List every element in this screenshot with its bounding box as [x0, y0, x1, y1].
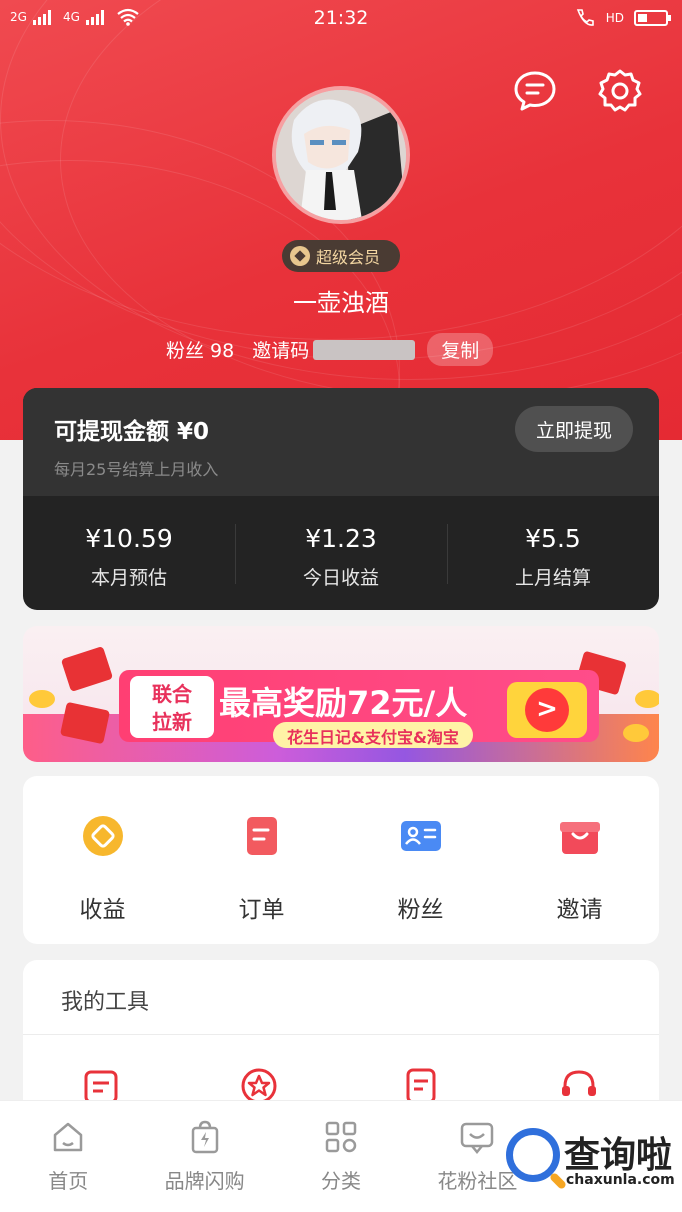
copy-button[interactable]: 复制 [427, 333, 494, 366]
quick-action-fans[interactable]: 粉丝 [341, 776, 500, 944]
arrow-right-icon: > [525, 688, 569, 732]
quick-actions: 收益 订单 粉丝 邀请 [23, 776, 659, 944]
profile-meta: 粉丝 98 邀请码 复制 [166, 333, 494, 366]
tab-brand-flash[interactable]: 品牌闪购 [136, 1101, 272, 1212]
invite-gift-icon [559, 822, 600, 854]
stat-value: ¥1.23 [305, 524, 377, 553]
vip-diamond-icon [290, 246, 310, 266]
banner-go-button[interactable]: > [507, 682, 587, 738]
invite-code-masked [313, 339, 416, 360]
stat-label: 上月结算 [514, 567, 591, 589]
stat-this-month[interactable]: ¥10.59 本月预估 [23, 496, 235, 610]
tab-home[interactable]: 首页 [0, 1101, 136, 1212]
avatar[interactable] [272, 86, 410, 224]
gear-icon [598, 69, 642, 112]
tab-category[interactable]: 分类 [273, 1101, 409, 1212]
invite-code-label: 邀请码 [252, 340, 310, 362]
banner-tag: 联合 拉新 [130, 676, 214, 738]
tools-title: 我的工具 [61, 990, 150, 1015]
red-envelope-icon [60, 646, 114, 692]
message-button[interactable] [512, 68, 558, 114]
watermark-logo-icon [506, 1128, 560, 1182]
banner-subline: 花生日记&支付宝&淘宝 [273, 722, 473, 748]
banner-headline: 最高奖励72元/人 [219, 684, 468, 722]
stat-label: 本月预估 [90, 567, 167, 589]
gold-coin-icon [29, 690, 55, 708]
stat-last-month[interactable]: ¥5.5 上月结算 [447, 496, 659, 610]
quick-action-label: 订单 [238, 897, 285, 923]
username: 一壶浊酒 [293, 289, 389, 317]
quick-action-orders[interactable]: 订单 [182, 776, 341, 944]
tab-label: 分类 [321, 1169, 362, 1193]
promo-banner[interactable]: 联合 拉新 最高奖励72元/人 花生日记&支付宝&淘宝 > [23, 626, 659, 762]
vip-badge-label: 超级会员 [316, 248, 381, 267]
vip-badge: 超级会员 [282, 240, 400, 272]
battery-level [638, 14, 647, 22]
settings-button[interactable] [597, 68, 643, 114]
stat-value: ¥10.59 [85, 524, 173, 553]
home-icon [53, 1122, 83, 1152]
watermark: 查询啦 chaxunla.com [506, 1124, 676, 1194]
stat-today[interactable]: ¥1.23 今日收益 [235, 496, 447, 610]
message-icon [514, 71, 556, 111]
tab-label: 品牌闪购 [164, 1169, 245, 1193]
withdrawable-amount: 可提现金额 ¥0 [54, 419, 210, 445]
status-bar: 2G 4G 21:32 HD [0, 0, 682, 38]
hd-call-icon [576, 9, 594, 26]
community-icon [461, 1122, 494, 1154]
wallet-summary: 可提现金额 ¥0 每月25号结算上月收入 立即提现 [23, 388, 659, 496]
banner-tag-line1: 联合 [152, 682, 192, 706]
gold-coin-icon [623, 724, 649, 742]
category-grid-icon [325, 1121, 357, 1153]
quick-action-label: 收益 [79, 897, 126, 923]
quick-action-label: 邀请 [556, 897, 603, 923]
quick-action-label: 粉丝 [397, 897, 444, 923]
battery-icon [634, 10, 671, 26]
fans-icon [400, 821, 441, 851]
earnings-icon [82, 816, 123, 856]
hd-label: HD [605, 11, 624, 25]
tools-divider [23, 1034, 659, 1035]
gold-coin-icon [635, 690, 659, 708]
banner-tag-line2: 拉新 [152, 710, 192, 734]
order-icon [246, 817, 277, 855]
stat-value: ¥5.5 [525, 524, 581, 553]
quick-action-earnings[interactable]: 收益 [23, 776, 182, 944]
withdraw-button[interactable]: 立即提现 [515, 406, 633, 452]
fans-count: 粉丝 98 [166, 340, 235, 362]
wallet-card: 可提现金额 ¥0 每月25号结算上月收入 立即提现 ¥10.59 本月预估 ¥1… [23, 388, 659, 610]
stat-label: 今日收益 [302, 567, 379, 589]
watermark-title: 查询啦 [564, 1135, 673, 1176]
avatar-illustration [276, 90, 406, 220]
settlement-note: 每月25号结算上月收入 [54, 460, 219, 479]
earnings-stats: ¥10.59 本月预估 ¥1.23 今日收益 ¥5.5 上月结算 [23, 496, 659, 610]
quick-action-invite[interactable]: 邀请 [500, 776, 659, 944]
watermark-domain: chaxunla.com [566, 1172, 675, 1188]
flash-bag-icon [191, 1120, 218, 1154]
tab-label: 首页 [48, 1169, 89, 1193]
